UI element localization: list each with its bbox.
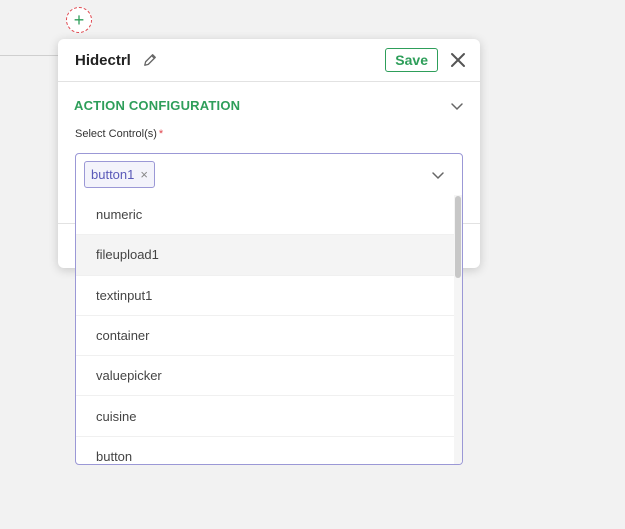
controls-multiselect[interactable]: button1 × numeric fileupload1 textinput1… bbox=[75, 153, 463, 465]
options-list: numeric fileupload1 textinput1 container… bbox=[76, 195, 456, 464]
option-item[interactable]: container bbox=[76, 316, 456, 357]
option-item[interactable]: textinput1 bbox=[76, 276, 456, 316]
select-controls-label: Select Control(s) * bbox=[75, 128, 163, 140]
option-item[interactable]: valuepicker bbox=[76, 356, 456, 397]
panel-title: Hidectrl bbox=[75, 51, 131, 69]
section-title: ACTION CONFIGURATION bbox=[74, 98, 241, 113]
pencil-icon[interactable] bbox=[143, 53, 157, 67]
option-item[interactable]: numeric bbox=[76, 195, 456, 236]
panel-header: Hidectrl Save bbox=[58, 39, 480, 82]
option-item[interactable]: cuisine bbox=[76, 396, 456, 437]
selected-tag: button1 × bbox=[84, 161, 155, 188]
field-label-text: Select Control(s) bbox=[75, 128, 157, 140]
tag-remove-icon[interactable]: × bbox=[140, 167, 148, 182]
option-item-highlighted[interactable]: fileupload1 bbox=[76, 235, 456, 276]
selected-tag-label: button1 bbox=[91, 167, 135, 182]
save-button[interactable]: Save bbox=[385, 48, 438, 72]
chevron-down-icon[interactable] bbox=[431, 168, 445, 182]
plus-icon: + bbox=[73, 10, 85, 30]
scrollbar-thumb[interactable] bbox=[455, 196, 461, 278]
section-header-action-configuration[interactable]: ACTION CONFIGURATION bbox=[58, 82, 480, 115]
close-icon[interactable] bbox=[450, 52, 466, 68]
chevron-down-icon[interactable] bbox=[450, 99, 464, 113]
option-item[interactable]: button bbox=[76, 437, 456, 464]
multiselect-input[interactable]: button1 × bbox=[76, 154, 462, 195]
canvas-connector-line bbox=[0, 55, 58, 56]
add-step-button[interactable]: + bbox=[66, 7, 92, 33]
required-mark: * bbox=[158, 128, 164, 140]
